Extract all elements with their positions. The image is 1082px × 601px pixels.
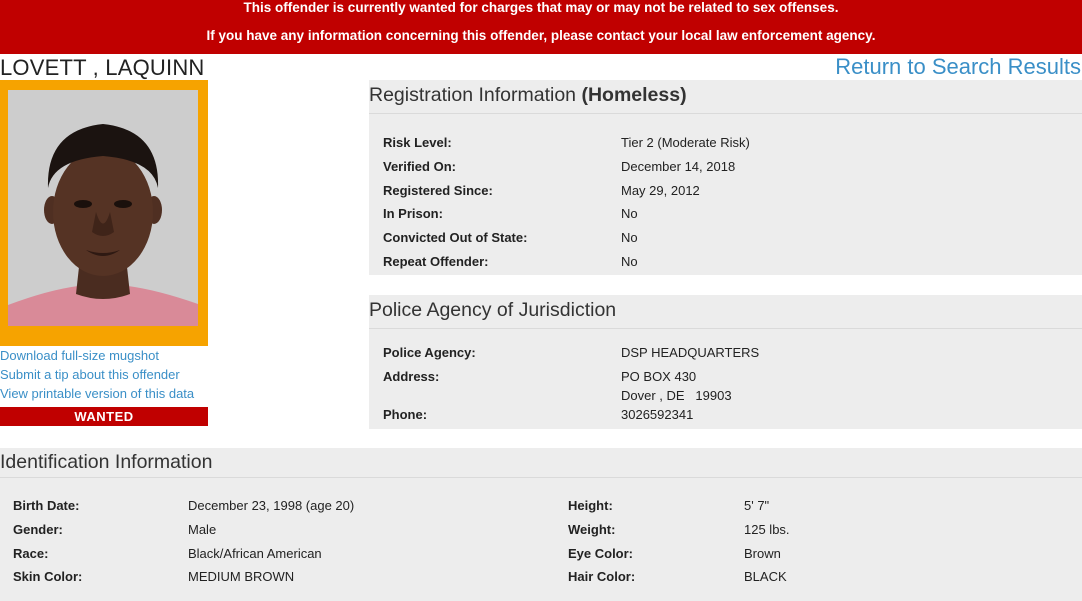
birth-date-value: December 23, 1998 (age 20): [188, 498, 355, 513]
address-line-2: Dover , DE 19903: [621, 388, 732, 403]
printable-version-link[interactable]: View printable version of this data: [0, 386, 194, 401]
registered-since-value: May 29, 2012: [621, 183, 700, 198]
in-prison-label: In Prison:: [383, 206, 443, 221]
gender-value: Male: [188, 522, 217, 537]
phone-value: 3026592341: [621, 407, 694, 422]
birth-date-label: Birth Date:: [13, 498, 80, 513]
wanted-alert-banner: This offender is currently wanted for ch…: [0, 0, 1082, 54]
risk-level-label: Risk Level:: [383, 135, 452, 150]
mugshot-image: [8, 90, 198, 326]
verified-on-label: Verified On:: [383, 159, 456, 174]
identification-title: Identification Information: [0, 451, 213, 473]
weight-value: 125 lbs.: [744, 522, 790, 537]
police-agency-value: DSP HEADQUARTERS: [621, 345, 760, 360]
skin-color-value: MEDIUM BROWN: [188, 569, 295, 584]
repeat-offender-value: No: [621, 254, 638, 269]
hair-color-value: BLACK: [744, 569, 787, 584]
banner-line-1: This offender is currently wanted for ch…: [243, 0, 839, 15]
registered-since-label: Registered Since:: [383, 183, 493, 198]
offender-name: LOVETT , LAQUINN: [0, 55, 205, 80]
address-line-1: PO BOX 430: [621, 369, 697, 384]
registration-title: Registration Information (Homeless): [369, 84, 687, 107]
eye-color-value: Brown: [744, 546, 781, 561]
download-mugshot-link[interactable]: Download full-size mugshot: [0, 348, 159, 363]
return-to-search-link[interactable]: Return to Search Results: [835, 54, 1081, 80]
verified-on-value: December 14, 2018: [621, 159, 736, 174]
identification-header: Identification Information: [0, 448, 1082, 478]
police-agency-label: Police Agency:: [383, 345, 476, 360]
wanted-status-label: WANTED: [0, 407, 208, 426]
height-value: 5' 7": [744, 498, 770, 513]
address-label: Address:: [383, 369, 440, 384]
gender-label: Gender:: [13, 522, 63, 537]
race-value: Black/African American: [188, 546, 322, 561]
police-agency-title: Police Agency of Jurisdiction: [369, 299, 617, 321]
registration-title-suffix: (Homeless): [581, 84, 687, 106]
skin-color-label: Skin Color:: [13, 569, 83, 584]
repeat-offender-label: Repeat Offender:: [383, 254, 489, 269]
registration-panel: Registration Information (Homeless) Risk…: [369, 80, 1082, 275]
hair-color-label: Hair Color:: [568, 569, 636, 584]
mugshot-photo: [8, 90, 198, 326]
risk-level-value: Tier 2 (Moderate Risk): [621, 135, 750, 150]
banner-line-2: If you have any information concerning t…: [206, 28, 876, 43]
police-agency-panel: Police Agency of Jurisdiction Police Age…: [369, 295, 1082, 429]
in-prison-value: No: [621, 206, 638, 221]
registration-header: Registration Information (Homeless): [369, 80, 1082, 114]
police-agency-header: Police Agency of Jurisdiction: [369, 295, 1082, 329]
height-label: Height:: [568, 498, 613, 513]
registration-title-text: Registration Information: [369, 84, 577, 106]
mugshot-frame: WANTED: [0, 80, 208, 426]
phone-label: Phone:: [383, 407, 428, 422]
eye-color-label: Eye Color:: [568, 546, 634, 561]
identification-panel: Identification Information Birth Date: D…: [0, 448, 1082, 601]
weight-label: Weight:: [568, 522, 616, 537]
submit-tip-link[interactable]: Submit a tip about this offender: [0, 367, 180, 382]
convicted-out-of-state-value: No: [621, 230, 638, 245]
race-label: Race:: [13, 546, 49, 561]
convicted-out-of-state-label: Convicted Out of State:: [383, 230, 528, 245]
